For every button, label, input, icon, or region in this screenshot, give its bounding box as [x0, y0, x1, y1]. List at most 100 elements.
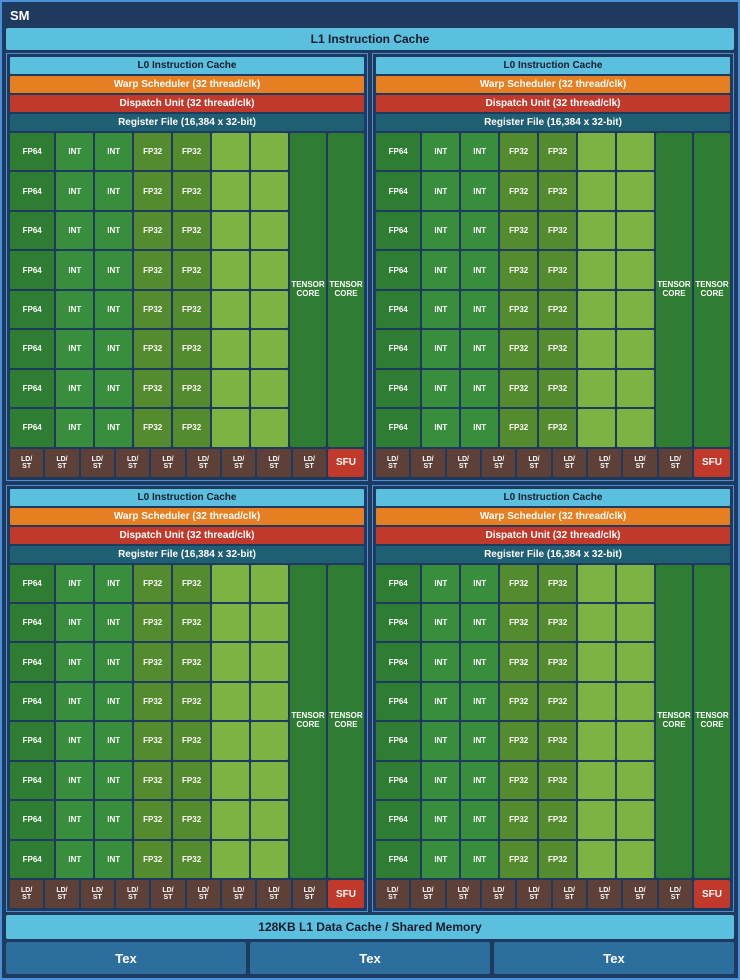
tensor-core: TENSORCORE — [656, 133, 692, 447]
core-row: FP64 INT INT FP32 FP32 — [376, 841, 654, 878]
dispatch-unit-tl: Dispatch Unit (32 thread/clk) — [10, 95, 364, 112]
green-core — [251, 683, 288, 720]
int-core: INT — [95, 683, 132, 720]
core-row: FP64 INT INT FP32 FP32 — [376, 370, 654, 407]
fp32-core: FP32 — [173, 409, 210, 446]
green-core — [617, 291, 654, 328]
fp32-core: FP32 — [134, 762, 171, 799]
core-row: FP64 INT INT FP32 FP32 — [10, 762, 288, 799]
green-core — [617, 409, 654, 446]
green-core — [617, 133, 654, 170]
green-core — [578, 762, 615, 799]
fp32-core: FP32 — [134, 133, 171, 170]
green-core — [212, 212, 249, 249]
int-core: INT — [461, 722, 498, 759]
fp32-core: FP32 — [500, 409, 537, 446]
green-core — [617, 604, 654, 641]
l0-cache-br: L0 Instruction Cache — [376, 489, 730, 506]
core-row: FP64 INT INT FP32 FP32 — [376, 683, 654, 720]
fp64-core: FP64 — [10, 762, 54, 799]
green-core — [212, 291, 249, 328]
green-core — [212, 762, 249, 799]
cores-grid-br: FP64 INT INT FP32 FP32 FP64 INT INT FP32… — [376, 565, 654, 879]
int-core: INT — [56, 251, 93, 288]
int-core: INT — [422, 251, 459, 288]
fp32-core: FP32 — [134, 291, 171, 328]
fp64-core: FP64 — [376, 801, 420, 838]
core-row: FP64 INT INT FP32 FP32 — [10, 291, 288, 328]
core-row: FP64 INT INT FP32 FP32 — [376, 722, 654, 759]
core-row: FP64 INT INT FP32 FP32 — [376, 801, 654, 838]
core-row: FP64 INT INT FP32 FP32 — [10, 330, 288, 367]
int-core: INT — [95, 565, 132, 602]
int-core: INT — [461, 370, 498, 407]
green-core — [212, 683, 249, 720]
fp64-core: FP64 — [10, 604, 54, 641]
core-row: FP64 INT INT FP32 FP32 — [376, 172, 654, 209]
ld-st-unit: LD/ST — [376, 880, 409, 908]
int-core: INT — [56, 133, 93, 170]
fp32-core: FP32 — [134, 604, 171, 641]
int-core: INT — [461, 133, 498, 170]
fp64-core: FP64 — [376, 762, 420, 799]
l0-cache-tl: L0 Instruction Cache — [10, 57, 364, 74]
green-core — [578, 330, 615, 367]
tensor-core: TENSORCORE — [328, 133, 364, 447]
ld-st-unit: LD/ST — [659, 880, 692, 908]
quadrant-top-left: L0 Instruction Cache Warp Scheduler (32 … — [6, 53, 368, 481]
int-core: INT — [422, 133, 459, 170]
fp32-core: FP32 — [539, 409, 576, 446]
fp32-core: FP32 — [173, 604, 210, 641]
core-row: FP64 INT INT FP32 FP32 — [376, 330, 654, 367]
core-row: FP64 INT INT FP32 FP32 — [10, 565, 288, 602]
green-core — [251, 643, 288, 680]
core-row: FP64 INT INT FP32 FP32 — [10, 841, 288, 878]
ld-st-unit: LD/ST — [482, 449, 515, 477]
int-core: INT — [56, 172, 93, 209]
int-core: INT — [461, 172, 498, 209]
green-core — [251, 212, 288, 249]
ld-st-unit: LD/ST — [187, 880, 220, 908]
green-core — [578, 291, 615, 328]
ld-st-unit: LD/ST — [222, 880, 255, 908]
cores-area-br: FP64 INT INT FP32 FP32 FP64 INT INT FP32… — [376, 565, 730, 879]
green-core — [251, 172, 288, 209]
tensor-column-2-tr: TENSORCORE — [694, 133, 730, 447]
fp64-core: FP64 — [10, 251, 54, 288]
int-core: INT — [461, 683, 498, 720]
ld-st-unit: LD/ST — [447, 449, 480, 477]
int-core: INT — [422, 330, 459, 367]
fp64-core: FP64 — [10, 409, 54, 446]
fp32-core: FP32 — [173, 762, 210, 799]
int-core: INT — [461, 330, 498, 367]
int-core: INT — [95, 330, 132, 367]
int-core: INT — [461, 604, 498, 641]
int-core: INT — [461, 643, 498, 680]
warp-scheduler-bl: Warp Scheduler (32 thread/clk) — [10, 508, 364, 525]
quadrant-bottom-right: L0 Instruction Cache Warp Scheduler (32 … — [372, 485, 734, 913]
fp32-core: FP32 — [500, 643, 537, 680]
int-core: INT — [461, 212, 498, 249]
ld-st-unit: LD/ST — [81, 880, 114, 908]
fp32-core: FP32 — [500, 212, 537, 249]
fp32-core: FP32 — [539, 604, 576, 641]
int-core: INT — [56, 212, 93, 249]
warp-scheduler-tl: Warp Scheduler (32 thread/clk) — [10, 76, 364, 93]
ld-st-unit: LD/ST — [257, 880, 290, 908]
fp32-core: FP32 — [539, 172, 576, 209]
green-core — [251, 565, 288, 602]
sfu-unit: SFU — [694, 880, 730, 908]
int-core: INT — [422, 683, 459, 720]
fp32-core: FP32 — [500, 683, 537, 720]
ld-st-unit: LD/ST — [257, 449, 290, 477]
fp32-core: FP32 — [173, 801, 210, 838]
green-core — [251, 251, 288, 288]
fp32-core: FP32 — [173, 722, 210, 759]
bottom-row-bl: LD/ST LD/ST LD/ST LD/ST LD/ST LD/ST LD/S… — [10, 880, 364, 908]
int-core: INT — [95, 133, 132, 170]
tex-unit-3: Tex — [494, 942, 734, 974]
ld-st-unit: LD/ST — [447, 880, 480, 908]
tex-unit-2: Tex — [250, 942, 490, 974]
green-core — [251, 762, 288, 799]
fp32-core: FP32 — [134, 683, 171, 720]
